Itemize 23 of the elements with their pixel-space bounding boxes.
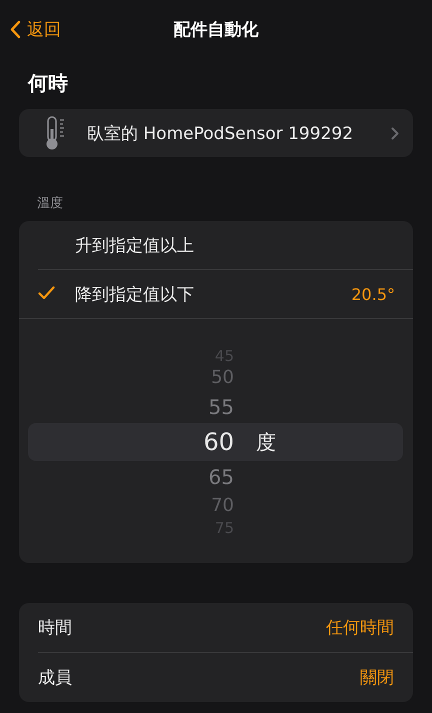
back-button[interactable]: 返回 — [10, 18, 61, 40]
picker-unit: 度 — [255, 428, 277, 456]
sensor-row[interactable]: 臥室的 HomePodSensor 199292 — [19, 109, 413, 157]
option-label: 降到指定值以下 — [75, 284, 195, 306]
section-title: 何時 — [26, 70, 69, 97]
chevron-left-icon — [10, 20, 21, 38]
option-row[interactable]: 降到指定值以下 20.5° — [38, 269, 413, 318]
condition-label: 成員 — [38, 667, 73, 689]
condition-label: 時間 — [38, 617, 73, 639]
sensor-name: 臥室的 HomePodSensor 199292 — [87, 122, 354, 144]
condition-row[interactable]: 成員 關閉 — [38, 652, 413, 702]
condition-value: 關閉 — [360, 667, 394, 689]
picker-value[interactable]: 60 — [28, 430, 234, 454]
option-row[interactable]: 升到指定值以上 — [38, 221, 413, 269]
page-title: 配件自動化 — [174, 18, 258, 40]
picker-value[interactable]: 65 — [28, 467, 234, 487]
condition-row[interactable]: 時間 任何時間 — [38, 603, 413, 652]
picker-value[interactable]: 55 — [28, 397, 234, 417]
section-header: 溫度 — [36, 195, 64, 213]
condition-value: 任何時間 — [326, 617, 394, 639]
chevron-right-icon — [391, 126, 399, 140]
option-label: 升到指定值以上 — [75, 234, 195, 256]
option-value: 20.5° — [351, 284, 395, 304]
